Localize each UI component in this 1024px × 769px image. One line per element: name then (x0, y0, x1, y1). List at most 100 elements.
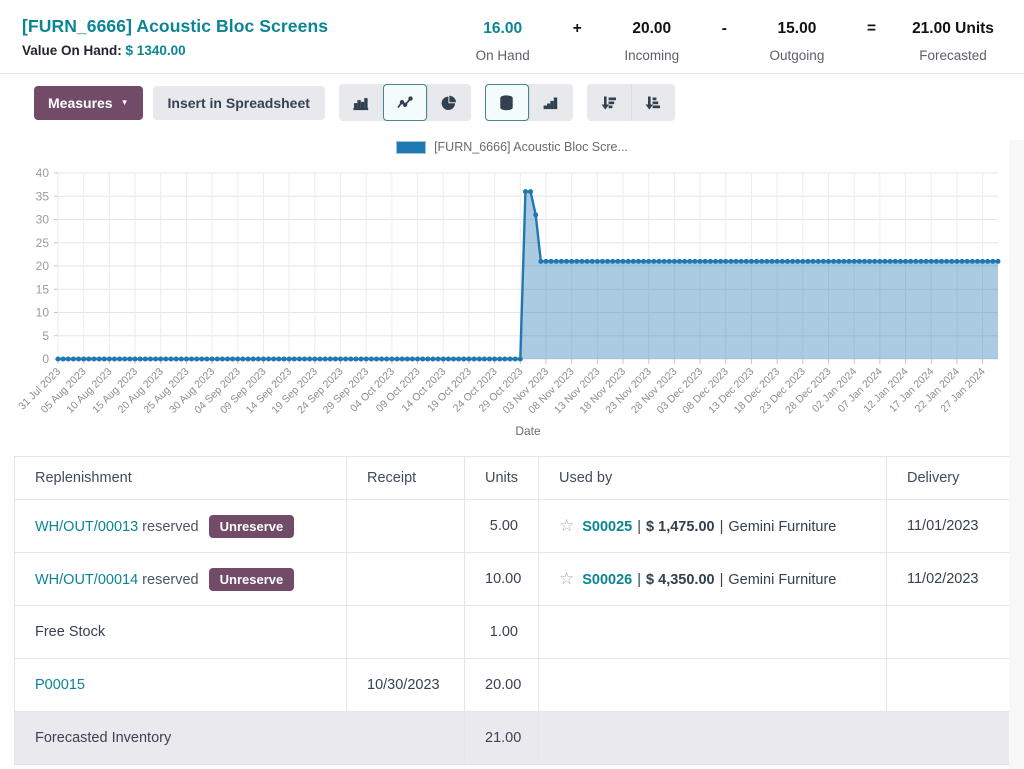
svg-text:40: 40 (36, 166, 50, 180)
sort-group (587, 84, 675, 121)
incoming-value: 20.00 (604, 19, 700, 39)
replenishment-table: Replenishment Receipt Units Used by Deli… (14, 456, 1011, 765)
delivery-doc-link[interactable]: WH/OUT/00014 (35, 572, 138, 588)
units-cell: 1.00 (465, 606, 539, 659)
chart-mode-group (485, 84, 573, 121)
purchase-order-link[interactable]: P00015 (35, 677, 85, 693)
chevron-down-icon: ▼ (121, 99, 129, 107)
chart-legend: [FURN_6666] Acoustic Bloc Scre... (14, 137, 1010, 157)
delivery-doc-link[interactable]: WH/OUT/00013 (35, 519, 138, 535)
replenishment-table-section: Replenishment Receipt Units Used by Deli… (0, 448, 1024, 765)
unreserve-button[interactable]: Unreserve (209, 568, 295, 591)
sort-ascending-icon[interactable] (631, 84, 675, 121)
insert-in-spreadsheet-button[interactable]: Insert in Spreadsheet (153, 86, 325, 120)
separator: | (715, 519, 729, 535)
col-units: Units (465, 457, 539, 500)
cumulative-icon[interactable] (529, 84, 573, 121)
units-cell: 10.00 (465, 553, 539, 606)
table-row: Free Stock 1.00 (15, 606, 1011, 659)
pie-chart-icon[interactable] (427, 84, 471, 121)
legend-label: [FURN_6666] Acoustic Bloc Scre... (434, 140, 628, 154)
equals-operator: = (845, 19, 898, 39)
unreserve-button[interactable]: Unreserve (209, 515, 295, 538)
svg-text:15: 15 (36, 282, 50, 296)
product-title-block: [FURN_6666] Acoustic Bloc Screens Value … (22, 16, 328, 58)
svg-text:20: 20 (36, 259, 50, 273)
units-cell: 20.00 (465, 659, 539, 712)
scrollbar-gutter (1009, 140, 1024, 769)
incoming-label: Incoming (604, 48, 700, 63)
page-title: [FURN_6666] Acoustic Bloc Screens (22, 16, 328, 37)
delivery-date: 11/01/2023 (887, 500, 1011, 553)
svg-text:Date: Date (515, 424, 541, 438)
customer-name: Gemini Furniture (728, 572, 836, 588)
separator: | (715, 572, 729, 588)
receipt-cell (347, 500, 465, 553)
value-on-hand-label: Value On Hand: (22, 43, 122, 58)
on-hand-value: 16.00 (455, 19, 551, 39)
chart-type-group (339, 84, 471, 121)
sale-order-link[interactable]: S00025 (582, 519, 632, 535)
stat-on-hand: 16.00 On Hand (455, 19, 551, 63)
col-used-by: Used by (539, 457, 887, 500)
chart-section: [FURN_6666] Acoustic Bloc Scre... 051015… (0, 131, 1024, 448)
table-header-row: Replenishment Receipt Units Used by Deli… (15, 457, 1011, 500)
toolbar: Measures ▼ Insert in Spreadsheet (0, 74, 1024, 131)
table-row: P00015 10/30/2023 20.00 (15, 659, 1011, 712)
forecast-report-page: [FURN_6666] Acoustic Bloc Screens Value … (0, 0, 1024, 769)
outgoing-value: 15.00 (749, 19, 845, 39)
star-icon[interactable]: ☆ (559, 569, 574, 588)
table-row: WH/OUT/00014 reserved Unreserve 10.00 ☆ S0… (15, 553, 1011, 606)
col-replenishment: Replenishment (15, 457, 347, 500)
footer-empty-cell (539, 712, 1011, 765)
svg-text:5: 5 (42, 329, 49, 343)
svg-text:25: 25 (36, 236, 50, 250)
value-on-hand-amount: $ 1340.00 (126, 43, 186, 58)
used-by-cell (539, 606, 887, 659)
customer-name: Gemini Furniture (728, 519, 836, 535)
svg-text:30: 30 (36, 213, 50, 227)
delivery-date: 11/02/2023 (887, 553, 1011, 606)
line-chart-icon[interactable] (383, 84, 427, 121)
receipt-cell (347, 606, 465, 659)
sale-order-link[interactable]: S00026 (582, 572, 632, 588)
used-by-cell (539, 659, 887, 712)
on-hand-label: On Hand (455, 48, 551, 63)
forecasted-units: 21.00 (465, 712, 539, 765)
plus-operator: + (551, 19, 604, 39)
svg-text:0: 0 (42, 352, 49, 366)
legend-swatch (396, 141, 426, 154)
outgoing-label: Outgoing (749, 48, 845, 63)
separator: | (632, 519, 646, 535)
star-icon[interactable]: ☆ (559, 516, 574, 535)
delivery-date (887, 659, 1011, 712)
free-stock-label: Free Stock (15, 606, 347, 659)
value-on-hand: Value On Hand: $ 1340.00 (22, 43, 328, 58)
measures-button[interactable]: Measures ▼ (34, 86, 143, 120)
minus-operator: - (700, 19, 749, 39)
forecast-chart[interactable]: 051015202530354031 Jul 202305 Aug 202310… (14, 159, 1010, 443)
forecasted-inventory-row: Forecasted Inventory 21.00 (15, 712, 1011, 765)
delivery-date (887, 606, 1011, 659)
order-amount: $ 1,475.00 (646, 519, 715, 535)
order-amount: $ 4,350.00 (646, 572, 715, 588)
report-header: [FURN_6666] Acoustic Bloc Screens Value … (0, 0, 1024, 73)
reserved-text: reserved (138, 519, 198, 535)
bar-chart-icon[interactable] (339, 84, 383, 121)
stacked-icon[interactable] (485, 84, 529, 121)
units-cell: 5.00 (465, 500, 539, 553)
col-receipt: Receipt (347, 457, 465, 500)
table-row: WH/OUT/00013 reserved Unreserve 5.00 ☆ S00… (15, 500, 1011, 553)
measures-label: Measures (48, 95, 113, 111)
stat-incoming: 20.00 Incoming (604, 19, 700, 63)
forecasted-value: 21.00 Units (898, 19, 1008, 39)
sort-descending-icon[interactable] (587, 84, 631, 121)
stat-forecasted: 21.00 Units Forecasted (898, 19, 1008, 63)
receipt-cell (347, 553, 465, 606)
reserved-text: reserved (138, 572, 198, 588)
col-delivery: Delivery (887, 457, 1011, 500)
forecasted-inventory-label: Forecasted Inventory (15, 712, 465, 765)
receipt-cell: 10/30/2023 (347, 659, 465, 712)
stat-outgoing: 15.00 Outgoing (749, 19, 845, 63)
svg-text:35: 35 (36, 189, 50, 203)
